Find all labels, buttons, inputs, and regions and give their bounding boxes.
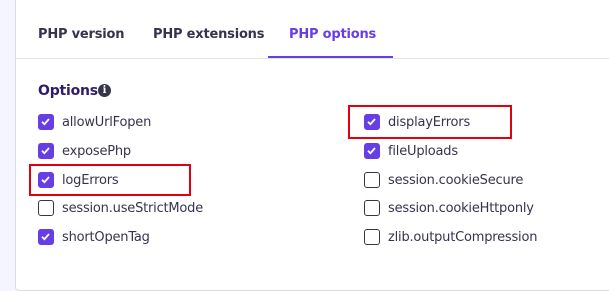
option-fileuploads[interactable]: fileUploads xyxy=(364,141,458,161)
checkbox[interactable] xyxy=(364,172,380,188)
highlight-box-logerrors xyxy=(29,164,191,196)
tab-php-options[interactable]: PHP options xyxy=(289,0,376,58)
option-session-usestrictmode[interactable]: session.useStrictMode xyxy=(38,198,203,218)
options-heading: Options xyxy=(38,83,98,99)
option-label: session.useStrictMode xyxy=(62,200,204,216)
active-tab-indicator xyxy=(268,56,393,58)
option-shortopentag[interactable]: shortOpenTag xyxy=(38,227,150,247)
checkbox[interactable] xyxy=(38,229,54,245)
option-session-cookiehttponly[interactable]: session.cookieHttponly xyxy=(364,198,534,218)
checkbox[interactable] xyxy=(364,229,380,245)
option-exposephp[interactable]: exposePhp xyxy=(38,141,131,161)
option-label: shortOpenTag xyxy=(62,229,150,245)
info-icon[interactable]: i xyxy=(98,84,111,97)
checkbox[interactable] xyxy=(38,200,54,216)
checkbox[interactable] xyxy=(364,200,380,216)
tab-bar: PHP version PHP extensions PHP options xyxy=(16,0,609,59)
option-label: exposePhp xyxy=(62,143,131,159)
option-label: fileUploads xyxy=(388,143,458,159)
option-session-cookiesecure[interactable]: session.cookieSecure xyxy=(364,170,523,190)
option-label: allowUrlFopen xyxy=(62,114,152,130)
checkbox[interactable] xyxy=(364,143,380,159)
php-settings-card: PHP version PHP extensions PHP options O… xyxy=(15,0,609,291)
option-allowurlfopen[interactable]: allowUrlFopen xyxy=(38,112,151,132)
option-label: zlib.outputCompression xyxy=(388,229,538,245)
checkbox[interactable] xyxy=(38,114,54,130)
tab-php-extensions[interactable]: PHP extensions xyxy=(153,0,264,58)
option-label: session.cookieHttponly xyxy=(388,200,534,216)
option-zlib-outputcompression[interactable]: zlib.outputCompression xyxy=(364,227,537,247)
option-label: session.cookieSecure xyxy=(388,172,524,188)
checkbox[interactable] xyxy=(38,143,54,159)
tab-php-version[interactable]: PHP version xyxy=(38,0,125,58)
highlight-box-displayerrors xyxy=(348,105,512,139)
